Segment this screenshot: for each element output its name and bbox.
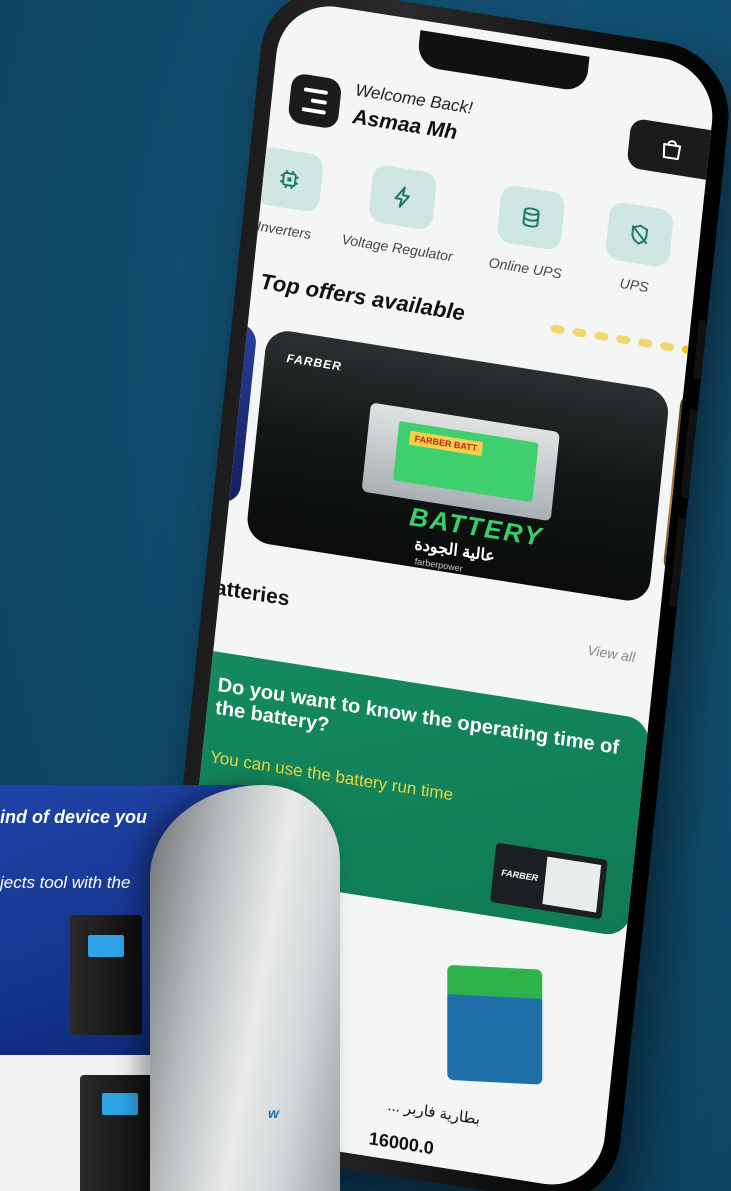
battery-image: FARBER BATT [361,402,560,522]
category-label: Inverters [256,217,312,243]
device-card-title: ind of device you [0,807,148,827]
carousel-dot[interactable] [572,327,587,338]
carousel-dot[interactable] [594,331,609,342]
lightning-icon [394,186,410,208]
ups-image [80,1075,160,1191]
device-selector-card[interactable]: ind of device you jects tool with the [0,785,260,1055]
menu-button[interactable] [287,72,343,130]
category-label: Voltage Regulator [340,231,454,265]
category-ups[interactable]: UPS [601,200,675,298]
device-card-subtitle: jects tool with the [0,873,131,892]
battery-brand: FARBER [500,867,539,884]
category-voltage-regulator[interactable]: Voltage Regulator [340,160,461,265]
brand-logo: FARBER [285,351,343,374]
chip-icon [280,169,299,189]
menu-icon [301,107,326,115]
menu-icon [310,98,328,105]
cart-button[interactable] [626,117,718,182]
marketing-stage: Welcome Back! Asmaa Mh Inverters Voltage… [0,0,731,1191]
carousel-dot[interactable] [659,341,675,352]
view-all-link[interactable]: View all [587,642,636,665]
product-name: بطارية فاربر ... [386,1097,481,1129]
carousel-dot[interactable] [637,338,653,349]
category-tile [367,163,438,231]
offer-banner[interactable]: FARBER FARBER BATT BATTERY عالية الجودة … [245,327,671,604]
product-panel [0,1055,270,1191]
category-label: UPS [618,274,650,296]
category-label: Online UPS [488,254,563,282]
product-image[interactable] [447,964,543,1085]
battery-image: FARBER [490,842,608,920]
ups-screen [88,935,124,957]
category-tile [604,200,675,269]
menu-icon [303,87,329,95]
battery-label [542,856,602,913]
carousel-dot[interactable] [615,334,631,345]
power-off-shield-icon [631,224,649,245]
carousel-dot[interactable] [550,324,566,335]
category-tile [495,183,566,252]
category-tile [254,145,325,214]
category-online-ups[interactable]: Online UPS [488,183,570,282]
shopping-bag-icon [662,140,682,161]
ups-image [70,915,142,1035]
ups-screen [102,1093,138,1115]
product-price: 16000.0 [367,1128,435,1159]
database-icon [522,207,540,228]
